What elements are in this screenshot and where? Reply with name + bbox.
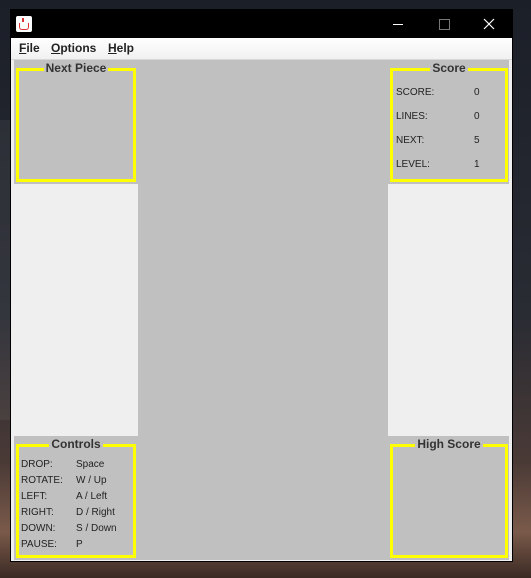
lines-value: 0 [474, 111, 480, 122]
maximize-icon [439, 19, 450, 30]
control-label: RIGHT: [21, 507, 54, 518]
score-panel: Score SCORE: 0 LINES: 0 NEXT: 5 LEVEL: 1 [388, 60, 509, 184]
control-key: S / Down [76, 523, 117, 534]
control-key: D / Right [76, 507, 115, 518]
minimize-icon [393, 24, 403, 25]
next-piece-frame: Next Piece [16, 61, 136, 182]
next-piece-title: Next Piece [43, 61, 109, 75]
control-label: PAUSE: [21, 539, 57, 550]
level-value: 1 [474, 159, 480, 170]
controls-title: Controls [49, 437, 103, 451]
control-label: DROP: [21, 459, 53, 470]
next-label: NEXT: [396, 135, 425, 146]
high-score-frame: High Score [390, 437, 508, 558]
score-title: Score [430, 61, 468, 75]
score-label: SCORE: [396, 87, 435, 98]
control-label: LEFT: [21, 491, 48, 502]
minimize-button[interactable] [375, 10, 421, 38]
control-label: DOWN: [21, 523, 56, 534]
next-value: 5 [474, 135, 480, 146]
desktop-backdrop [0, 120, 10, 420]
close-button[interactable] [466, 10, 512, 38]
controls-panel: Controls DROP: Space ROTATE: W / Up LEFT… [14, 436, 138, 560]
high-score-title: High Score [415, 437, 483, 451]
high-score-panel: High Score [388, 436, 509, 560]
menu-help[interactable]: Help [108, 41, 134, 55]
close-icon [483, 18, 495, 30]
level-label: LEVEL: [396, 159, 430, 170]
score-value: 0 [474, 87, 480, 98]
menu-options[interactable]: Options [51, 41, 96, 55]
maximize-button[interactable] [421, 10, 467, 38]
control-key: W / Up [76, 475, 107, 486]
menu-file[interactable]: File [19, 41, 40, 55]
menu-bar: File Options Help [11, 38, 512, 60]
java-cup-icon [16, 16, 32, 32]
control-key: P [76, 539, 83, 550]
game-content: Next Piece Score SCORE: 0 LINES: 0 NEXT:… [14, 60, 509, 560]
control-key: A / Left [76, 491, 108, 502]
control-label: ROTATE: [21, 475, 63, 486]
lines-label: LINES: [396, 111, 428, 122]
next-piece-panel: Next Piece [14, 60, 138, 184]
control-key: Space [76, 459, 105, 470]
game-board[interactable] [138, 60, 388, 560]
game-window: File Options Help Next Piece Score SCORE… [10, 9, 513, 562]
title-bar[interactable] [11, 10, 512, 38]
